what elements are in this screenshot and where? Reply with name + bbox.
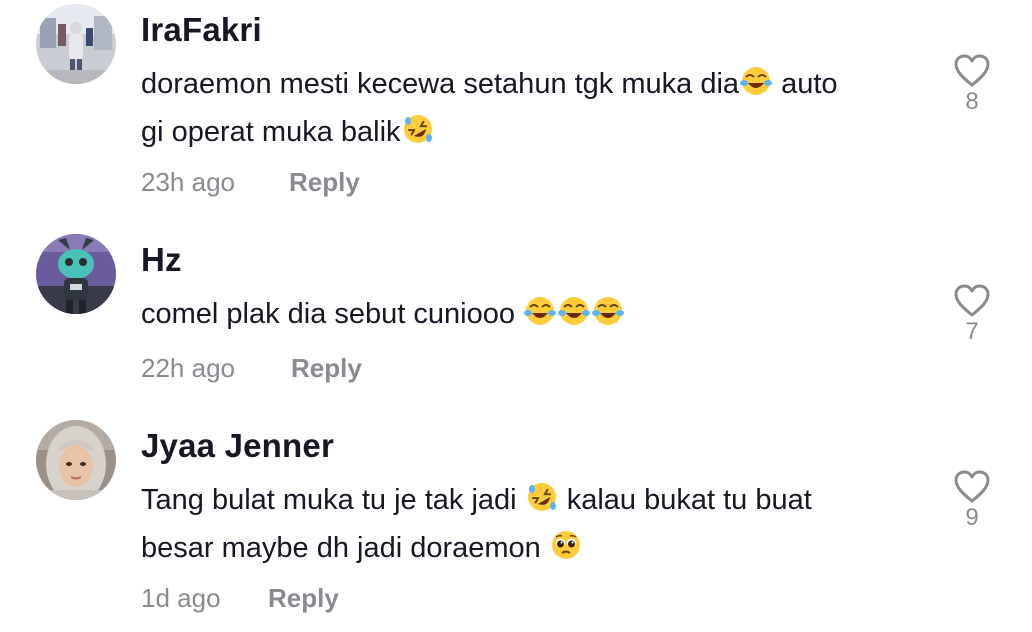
face-with-tears-of-joy-emoji xyxy=(592,295,625,340)
like-count: 9 xyxy=(965,504,979,531)
rolling-on-floor-laughing-emoji xyxy=(526,481,558,526)
comment-meta: 1d ago Reply xyxy=(141,583,339,613)
like-count: 8 xyxy=(965,88,979,115)
comment-username[interactable]: IraFakri xyxy=(141,13,262,46)
reply-button[interactable]: Reply xyxy=(289,169,360,195)
heart-outline-icon xyxy=(954,284,990,317)
comment-timestamp: 22h ago xyxy=(141,353,235,383)
comment-meta: 23h ago Reply xyxy=(141,167,360,197)
avatar[interactable] xyxy=(36,4,116,84)
comment-username[interactable]: Jyaa Jenner xyxy=(141,429,334,462)
comment-text: Tang bulat muka tu je tak jadi kalau buk… xyxy=(141,478,931,574)
comment-item: IraFakri doraemon mesti kecewa setahun t… xyxy=(0,0,1032,210)
comment-item: Jyaa Jenner Tang bulat muka tu je tak ja… xyxy=(0,400,1032,632)
face-with-tears-of-joy-emoji xyxy=(524,295,557,340)
rolling-on-floor-laughing-emoji xyxy=(402,113,434,158)
like-button[interactable]: 9 xyxy=(948,470,996,530)
comment-text-part: comel plak dia sebut cuniooo xyxy=(141,298,524,330)
like-button[interactable]: 7 xyxy=(948,284,996,344)
comment-item: Hz comel plak dia sebut cuniooo 22h ago … xyxy=(0,210,1032,400)
pleading-face-emoji xyxy=(550,529,582,574)
avatar-image xyxy=(36,234,116,314)
heart-outline-icon xyxy=(954,54,990,87)
avatar-image xyxy=(36,4,116,84)
face-with-tears-of-joy-emoji xyxy=(558,295,591,340)
comment-text-part: auto xyxy=(773,68,838,100)
comment-text: comel plak dia sebut cuniooo xyxy=(141,292,931,340)
heart-outline-icon xyxy=(954,470,990,503)
comment-text-part: besar maybe dh jadi doraemon xyxy=(141,532,549,564)
like-button[interactable]: 8 xyxy=(948,54,996,114)
comment-timestamp: 23h ago xyxy=(141,167,235,197)
comment-meta: 22h ago Reply xyxy=(141,353,362,383)
reply-button[interactable]: Reply xyxy=(291,355,362,381)
reply-button[interactable]: Reply xyxy=(268,585,339,611)
face-with-tears-of-joy-emoji xyxy=(740,65,773,110)
comment-text-part: kalau bukat tu buat xyxy=(558,484,812,516)
comment-timestamp: 1d ago xyxy=(141,583,221,613)
avatar[interactable] xyxy=(36,420,116,500)
comment-text: doraemon mesti kecewa setahun tgk muka d… xyxy=(141,62,931,158)
avatar-image xyxy=(36,420,116,500)
comment-text-part: Tang bulat muka tu je tak jadi xyxy=(141,484,525,516)
comment-text-part: doraemon mesti kecewa setahun tgk muka d… xyxy=(141,68,740,100)
avatar[interactable] xyxy=(36,234,116,314)
like-count: 7 xyxy=(965,318,979,345)
comment-username[interactable]: Hz xyxy=(141,243,182,276)
comment-text-part: gi operat muka balik xyxy=(141,116,401,148)
